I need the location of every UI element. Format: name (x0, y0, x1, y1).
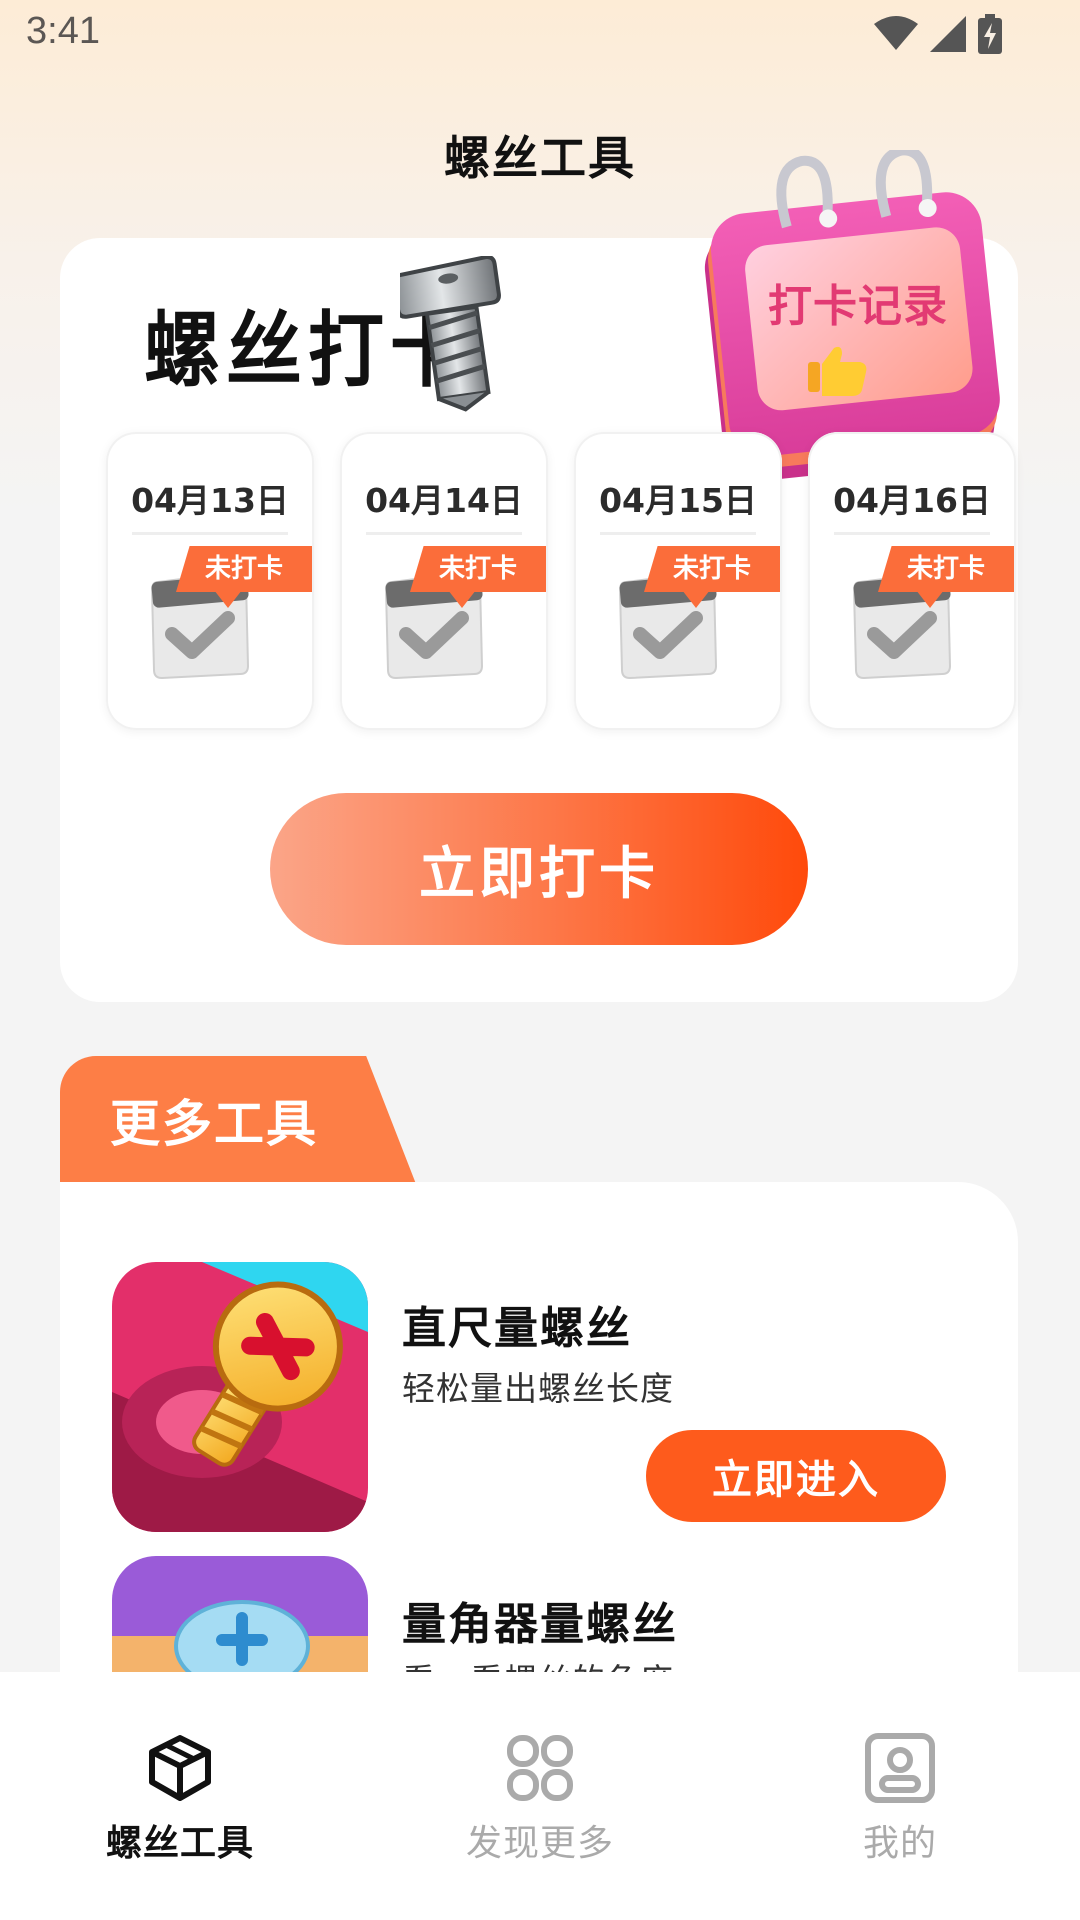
nav-label: 我的 (862, 1823, 937, 1864)
day-card: 04月15日 未打卡 (574, 432, 782, 730)
divider (834, 532, 990, 535)
enter-button[interactable]: 立即进入 (646, 1430, 946, 1522)
bottom-nav: 螺丝工具 发现更多 我的 (0, 1672, 1080, 1920)
screw-icon (400, 256, 501, 412)
checkin-button[interactable]: 立即打卡 (270, 793, 808, 945)
divider (366, 532, 522, 535)
battery-charging-icon (978, 14, 1002, 54)
tool-name: 量角器量螺丝 (402, 1599, 678, 1650)
divider (132, 532, 288, 535)
status-time: 3:41 (26, 10, 100, 52)
signal-icon (930, 16, 966, 52)
day-date: 04月14日 (365, 481, 523, 520)
day-card: 04月13日 未打卡 (106, 432, 314, 730)
tool-desc: 轻松量出螺丝长度 (402, 1369, 674, 1408)
nav-label: 螺丝工具 (105, 1823, 254, 1864)
status-badge: 未打卡 (644, 546, 780, 592)
day-card: 04月14日 未打卡 (340, 432, 548, 730)
status-badge: 未打卡 (410, 546, 546, 592)
day-date: 04月13日 (131, 481, 289, 520)
day-date: 04月15日 (599, 481, 757, 520)
tool-name: 直尺量螺丝 (402, 1303, 632, 1354)
ruler-screw-icon[interactable] (112, 1262, 368, 1532)
nav-item-screw-tools[interactable]: 螺丝工具 (0, 1672, 360, 1920)
nav-item-profile[interactable]: 我的 (720, 1672, 1080, 1920)
section-title: 更多工具 (110, 1095, 318, 1153)
day-date: 04月16日 (833, 481, 991, 520)
status-badge: 未打卡 (176, 546, 312, 592)
profile-icon (865, 1733, 935, 1803)
box-icon (149, 1735, 211, 1801)
wifi-icon (874, 16, 918, 50)
day-card: 04月16日 未打卡 (808, 432, 1016, 730)
status-icons (874, 14, 1002, 54)
checkin-record-label[interactable]: 打卡记录 (768, 270, 948, 334)
status-badge: 未打卡 (878, 546, 1014, 592)
protractor-screw-icon[interactable] (112, 1556, 368, 1672)
nav-label: 发现更多 (465, 1823, 614, 1864)
nav-item-discover[interactable]: 发现更多 (360, 1672, 720, 1920)
grid-icon (507, 1735, 573, 1801)
divider (600, 532, 756, 535)
